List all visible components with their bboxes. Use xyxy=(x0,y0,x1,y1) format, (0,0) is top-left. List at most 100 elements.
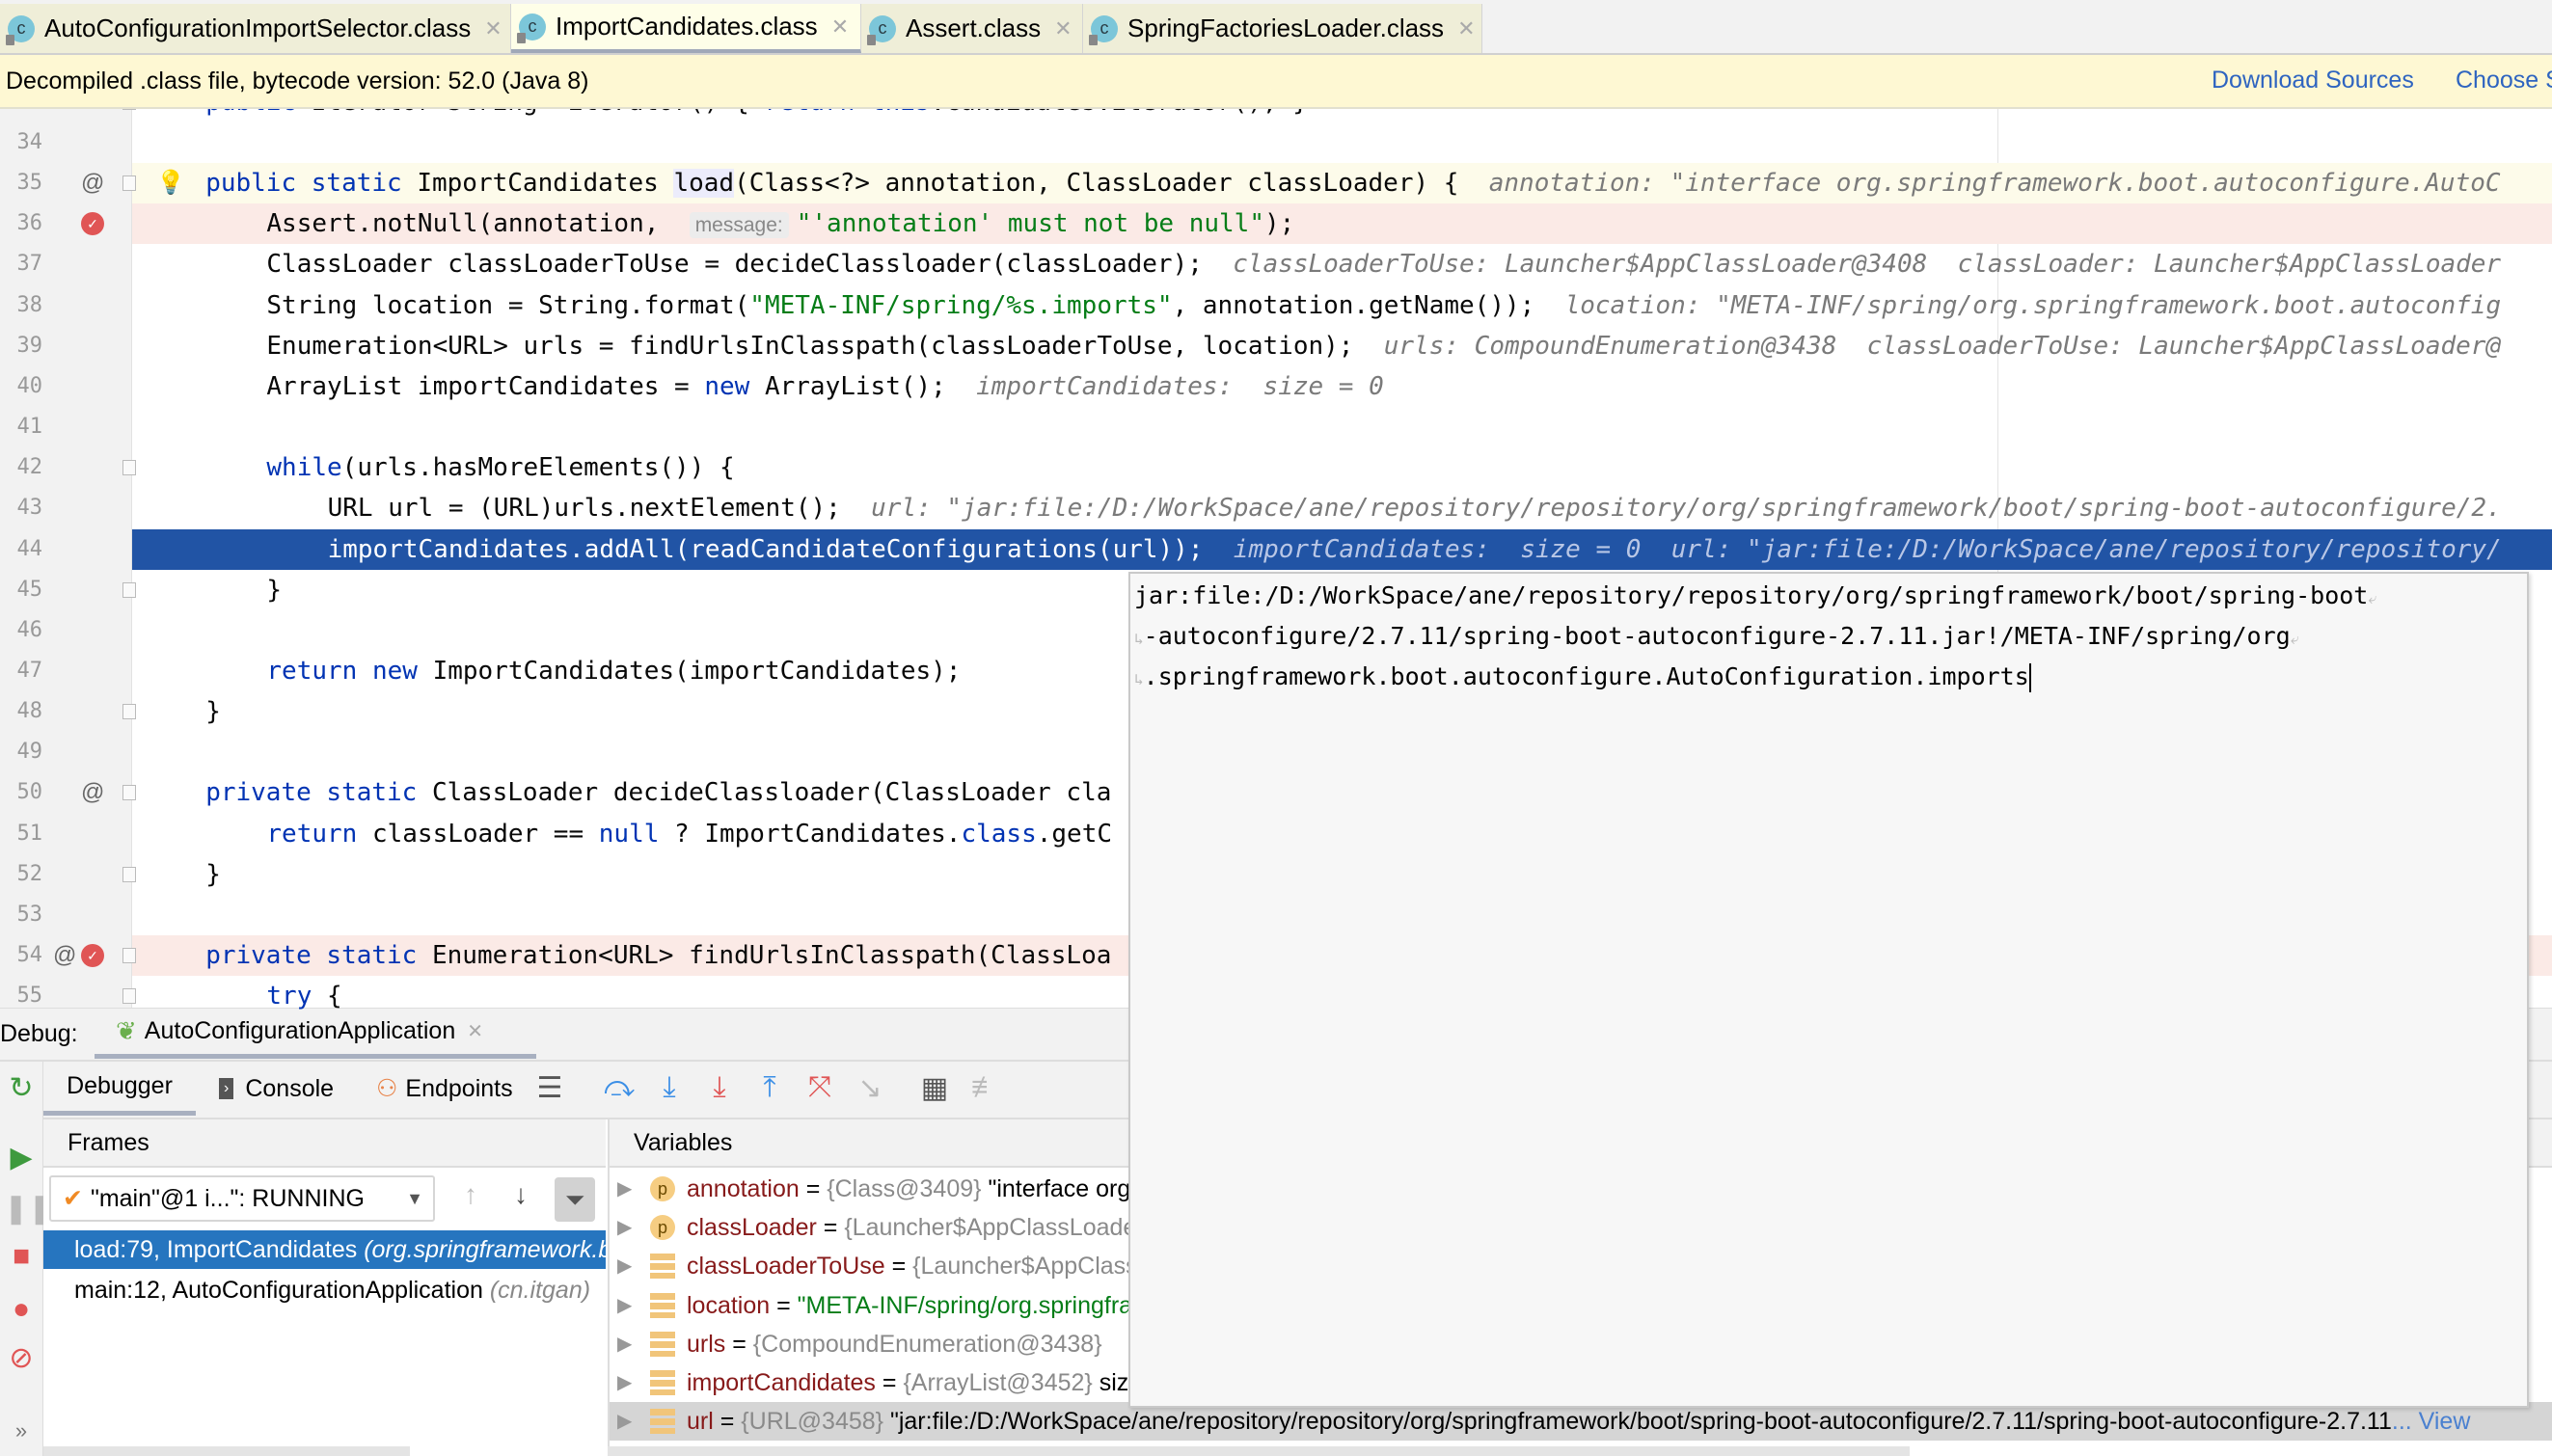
tab-importcandidates[interactable]: c ImportCandidates.class ✕ xyxy=(511,4,861,53)
frame-method: load:79, ImportCandidates xyxy=(74,1236,365,1263)
field-icon xyxy=(650,1292,675,1318)
fold-icon[interactable] xyxy=(122,581,136,598)
step-over-icon[interactable]: ⤓ xyxy=(653,1071,686,1104)
expand-icon[interactable]: ▶ xyxy=(617,1170,632,1208)
pause-icon[interactable]: ❚❚ xyxy=(4,1192,52,1226)
tab-springfactoriesloader[interactable]: c SpringFactoriesLoader.class ✕ xyxy=(1083,4,1482,53)
frame-row[interactable]: load:79, ImportCandidates (org.springfra… xyxy=(43,1230,606,1269)
field-icon xyxy=(650,1331,675,1357)
session-label: AutoConfigurationApplication xyxy=(144,1017,456,1044)
mute-breakpoints-icon[interactable]: ⊘ xyxy=(4,1341,39,1375)
fold-icon[interactable] xyxy=(122,866,136,882)
rerun-icon[interactable]: ↻ xyxy=(4,1071,39,1105)
code-token: public static xyxy=(205,169,402,199)
expand-icon[interactable]: ▶ xyxy=(617,1208,632,1247)
breakpoint-icon[interactable]: ✓ xyxy=(81,944,104,967)
code-token: String location = String.format( xyxy=(266,290,750,320)
line-number: 48 xyxy=(16,699,43,724)
run-to-cursor-icon[interactable]: ↘ xyxy=(854,1071,886,1105)
fold-icon[interactable] xyxy=(122,704,136,720)
layout-icon[interactable]: ☰ xyxy=(533,1071,566,1105)
class-file-icon: c xyxy=(1089,14,1118,45)
line-number: 36 xyxy=(16,211,43,236)
intention-bulb-icon[interactable]: 💡 xyxy=(156,163,185,203)
code-token: ClassLoader classLoaderToUse = decideCla… xyxy=(266,250,1234,280)
more-icon[interactable]: » xyxy=(4,1418,39,1443)
variable-ref: {CompoundEnumeration@3438} xyxy=(752,1330,1102,1358)
code-token: importCandidates.addAll(readCandidateCon… xyxy=(327,534,1234,564)
evaluate-expression-icon[interactable]: ▦ xyxy=(918,1071,951,1105)
step-out-icon[interactable]: ⤒ xyxy=(753,1071,786,1104)
variable-ref: {Class@3409} xyxy=(827,1175,982,1202)
field-icon xyxy=(650,1409,675,1435)
line-number: 45 xyxy=(16,577,43,602)
frame-package: (org.springframework.boot.context.annota… xyxy=(364,1236,606,1263)
trace-icon[interactable]: ≢ xyxy=(969,1071,1002,1104)
line-number: 51 xyxy=(16,821,43,846)
expand-icon[interactable]: ▶ xyxy=(617,1247,632,1285)
arrow-up-icon[interactable]: ↑ xyxy=(464,1179,477,1210)
soft-wrap-icon: ⤶ xyxy=(2290,630,2299,648)
line-number: 38 xyxy=(16,292,43,317)
tab-console[interactable]: › Console xyxy=(219,1062,334,1116)
variable-row[interactable]: ▶ url = {URL@3458} "jar:file:/D:/WorkSpac… xyxy=(610,1402,2552,1442)
thread-selector[interactable]: ✔ "main"@1 i...": RUNNING ▼ xyxy=(49,1175,435,1222)
close-icon[interactable]: ✕ xyxy=(831,14,849,40)
download-sources-link[interactable]: Download Sources xyxy=(2212,67,2414,94)
view-breakpoints-icon[interactable]: ● xyxy=(4,1293,39,1326)
tab-assert[interactable]: c Assert.class ✕ xyxy=(861,4,1083,53)
code-token: return new xyxy=(266,656,418,686)
frames-scrollbar[interactable] xyxy=(43,1446,410,1456)
code-token: URL url = (URL)urls.nextElement(); xyxy=(327,494,872,524)
close-icon[interactable]: ✕ xyxy=(484,16,502,41)
fold-icon[interactable] xyxy=(122,785,136,801)
drop-frame-icon[interactable]: ⤧ xyxy=(803,1071,836,1104)
tab-autoconfigurationimportselector[interactable]: c AutoConfigurationImportSelector.class ✕ xyxy=(0,4,511,53)
field-icon xyxy=(650,1254,675,1280)
choose-sources-link[interactable]: Choose S xyxy=(2456,67,2552,94)
frame-row[interactable]: main:12, AutoConfigurationApplication (c… xyxy=(43,1271,606,1309)
variable-value: "jar:file:/D:/WorkSpace/ane/repository/r… xyxy=(883,1408,2392,1436)
line-number: 42 xyxy=(16,455,43,480)
code-token: Assert.notNull(annotation, xyxy=(266,209,690,239)
fold-icon[interactable] xyxy=(122,460,136,476)
parameter-icon: p xyxy=(650,1176,675,1201)
arrow-down-icon[interactable]: ↓ xyxy=(514,1179,528,1210)
close-icon[interactable]: ✕ xyxy=(1054,16,1072,41)
variable-ref: {ArrayList@3452} xyxy=(903,1369,1093,1396)
stop-icon[interactable]: ■ xyxy=(4,1240,39,1273)
code-token: try xyxy=(266,982,312,1011)
popup-line: ↳.springframework.boot.autoconfigure.Aut… xyxy=(1134,662,2031,692)
fold-icon[interactable] xyxy=(122,988,136,1005)
editor-tab-bar: c AutoConfigurationImportSelector.class ✕ … xyxy=(0,0,2552,55)
show-execution-point-icon[interactable]: ⤼ xyxy=(603,1071,636,1104)
fold-icon[interactable] xyxy=(122,175,136,192)
implements-icon[interactable]: @ xyxy=(81,772,104,813)
endpoints-icon: ⚇ xyxy=(376,1075,398,1102)
implements-icon[interactable]: @ xyxy=(53,935,76,976)
resume-icon[interactable]: ▶ xyxy=(4,1141,39,1174)
filter-icon[interactable]: ⏷ xyxy=(555,1177,595,1222)
expand-icon[interactable]: ▶ xyxy=(617,1363,632,1402)
step-into-icon[interactable]: ⤓ xyxy=(703,1071,736,1104)
close-icon[interactable]: ✕ xyxy=(467,1019,483,1043)
expand-icon[interactable]: ▶ xyxy=(617,1325,632,1363)
spring-boot-app-icon: ❦ xyxy=(116,1016,137,1045)
value-tooltip-popup[interactable]: jar:file:/D:/WorkSpace/ane/repository/re… xyxy=(1128,572,2529,1408)
tab-debugger[interactable]: Debugger xyxy=(43,1062,196,1116)
code-token: ? ImportCandidates. xyxy=(659,819,962,849)
expand-icon[interactable]: ▶ xyxy=(617,1286,632,1325)
fold-icon[interactable] xyxy=(122,948,136,963)
parameter-hint: message: xyxy=(689,212,789,239)
close-icon[interactable]: ✕ xyxy=(1457,16,1475,41)
variables-scrollbar[interactable] xyxy=(608,1446,1910,1456)
console-icon: › xyxy=(219,1078,234,1099)
view-value-link[interactable]: ... View xyxy=(2392,1408,2471,1435)
expand-icon[interactable]: ▶ xyxy=(617,1402,632,1441)
tab-label: Assert.class xyxy=(906,13,1042,42)
implements-icon[interactable]: @ xyxy=(81,163,104,203)
code-token: Enumeration<URL> urls = findUrlsInClassp… xyxy=(266,331,1384,361)
code-token: Enumeration<URL> findUrlsInClasspath(Cla… xyxy=(417,941,1112,970)
tab-endpoints[interactable]: ⚇ Endpoints xyxy=(376,1062,513,1116)
inline-value-hint: urls: CompoundEnumeration@3438 classLoad… xyxy=(1383,331,2502,361)
